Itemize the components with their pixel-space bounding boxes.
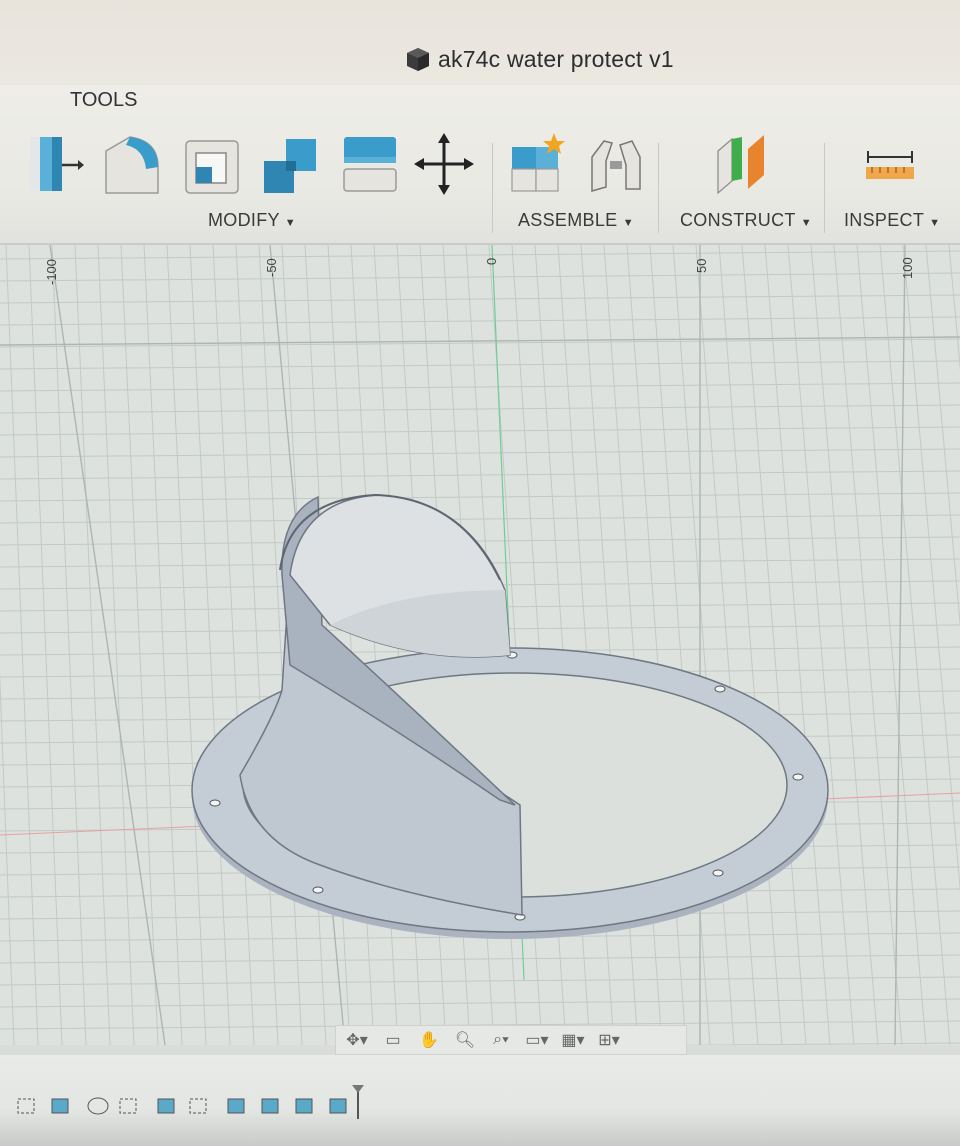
sketch-icon	[189, 1098, 207, 1114]
joint-icon[interactable]	[584, 131, 648, 197]
title-bar: ak74c water protect v1	[0, 0, 960, 85]
ruler-label: 100	[900, 257, 915, 279]
look-at-icon[interactable]: ▭	[378, 1029, 408, 1051]
caret-down-icon: ▼	[284, 217, 296, 229]
fillet-icon[interactable]	[100, 131, 164, 197]
grid-line	[0, 514, 960, 524]
grid-line	[0, 998, 960, 1008]
orbit-icon[interactable]: ✥▾	[342, 1029, 372, 1051]
caret-down-icon: ▼	[800, 217, 812, 229]
sketch-icon	[87, 1097, 109, 1115]
grid-line	[143, 245, 183, 1045]
grid-line	[0, 316, 960, 326]
timeline	[0, 1055, 960, 1146]
group-construct[interactable]: CONSTRUCT ▼	[680, 210, 812, 231]
move-icon[interactable]	[412, 131, 476, 197]
fit-icon[interactable]: ⌕▾	[486, 1029, 516, 1051]
grid-line	[0, 954, 960, 964]
grid-line	[0, 426, 960, 436]
grid-line	[0, 338, 960, 348]
viewport-grid-and-model: -100 -50 0 50 100	[0, 245, 960, 1045]
grid-line	[0, 382, 960, 392]
extrude-icon	[329, 1098, 347, 1114]
grid-line	[5, 245, 39, 1045]
ruler-label: -100	[44, 259, 59, 285]
tab-tools[interactable]: TOOLS	[70, 89, 137, 112]
toolbar: TOOLS MODIFY ▼ ASSEMBLE ▼ CONSTRUCT ▼ IN…	[0, 85, 960, 245]
new-component-icon[interactable]	[506, 131, 570, 197]
ruler-label: 0	[484, 258, 499, 265]
shell-icon[interactable]	[180, 131, 244, 197]
grid-line	[212, 245, 255, 1045]
group-construct-label: CONSTRUCT	[680, 210, 796, 230]
document-title: ak74c water protect v1	[404, 42, 674, 76]
ruler-label: 50	[694, 259, 709, 273]
grid-line	[741, 245, 807, 1045]
group-inspect[interactable]: INSPECT ▼	[844, 210, 940, 231]
group-modify-label: MODIFY	[208, 210, 280, 230]
extrude-icon	[51, 1098, 69, 1114]
grid-line	[0, 404, 960, 414]
grid-line	[97, 245, 135, 1045]
grid-line	[0, 470, 960, 480]
extrude-icon	[261, 1098, 279, 1114]
timeline-items	[17, 1085, 364, 1119]
grid-line	[718, 245, 783, 1045]
grid-line	[166, 245, 207, 1045]
extrude-icon	[227, 1098, 245, 1114]
group-inspect-label: INSPECT	[844, 210, 924, 230]
offset-plane-icon[interactable]	[708, 131, 772, 197]
grid-line	[695, 245, 759, 1045]
zoom-icon[interactable]: 🔍︎	[450, 1029, 480, 1051]
grid-line	[0, 272, 960, 282]
group-assemble[interactable]: ASSEMBLE ▼	[518, 210, 634, 231]
combine-icon[interactable]	[258, 131, 322, 197]
grid-line	[0, 536, 960, 546]
display-settings-icon[interactable]: ▭▾	[522, 1029, 552, 1051]
grid-line	[74, 245, 111, 1045]
grid-line	[672, 245, 735, 1045]
caret-down-icon: ▼	[622, 217, 634, 229]
group-assemble-label: ASSEMBLE	[518, 210, 618, 230]
pan-icon[interactable]: ✋	[414, 1029, 444, 1051]
document-cube-icon	[407, 48, 429, 71]
grid-settings-icon[interactable]: ▦▾	[558, 1029, 588, 1051]
extrude-icon	[157, 1098, 175, 1114]
grid-line	[189, 245, 231, 1045]
extrude-icon	[295, 1098, 313, 1114]
document-title-text: ak74c water protect v1	[438, 45, 674, 72]
caret-down-icon: ▼	[929, 217, 941, 229]
sketch-icon	[17, 1098, 35, 1114]
grid-line	[649, 245, 711, 1045]
sketch-icon	[119, 1098, 137, 1114]
grid-line	[0, 492, 960, 502]
viewports-icon[interactable]: ⊞▾	[594, 1029, 624, 1051]
grid-line	[0, 360, 960, 370]
grid-line	[0, 976, 960, 986]
group-modify[interactable]: MODIFY ▼	[208, 210, 296, 231]
grid-line	[120, 245, 159, 1045]
grid-line	[925, 245, 960, 629]
timeline-marker-icon	[352, 1085, 364, 1119]
ruler-label: -50	[264, 258, 279, 277]
grid-line	[879, 245, 951, 1045]
grid-line	[948, 245, 960, 372]
grid-line	[0, 670, 15, 1045]
measure-icon[interactable]	[858, 131, 922, 197]
navigation-bar: ✥▾ ▭ ✋ 🔍︎ ⌕▾ ▭▾ ▦▾ ⊞▾	[335, 1025, 687, 1055]
split-body-icon[interactable]	[338, 131, 402, 197]
grid-line	[235, 245, 279, 1045]
canvas-viewport[interactable]: -100 -50 0 50 100	[0, 245, 960, 1045]
grid-line	[902, 245, 960, 893]
press-pull-icon[interactable]	[22, 131, 86, 197]
